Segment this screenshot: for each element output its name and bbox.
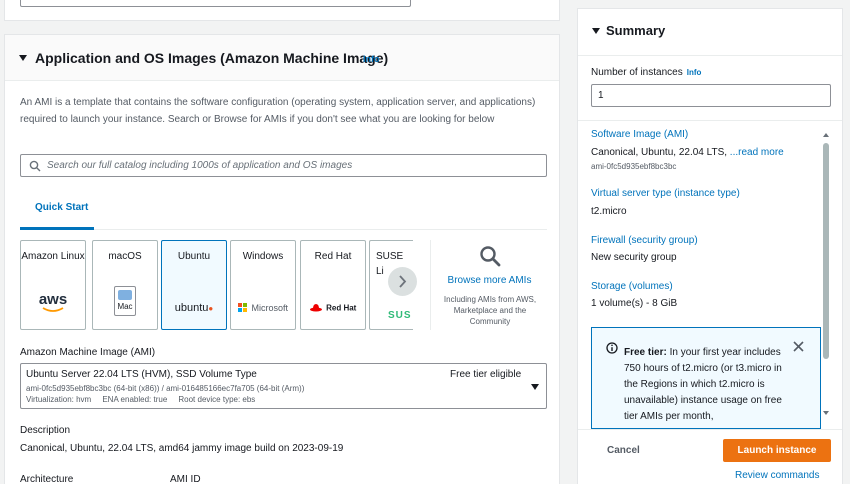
search-icon — [29, 160, 41, 172]
ami-search-box[interactable] — [20, 154, 547, 177]
free-tier-eligible-badge: Free tier eligible — [450, 369, 522, 380]
launch-instance-button[interactable]: Launch instance — [723, 439, 831, 462]
firewall-value: New security group — [591, 252, 677, 263]
name-input-partial[interactable] — [20, 0, 411, 7]
close-icon[interactable] — [792, 340, 805, 353]
free-tier-text: Free tier: In your first year includes 7… — [624, 347, 782, 422]
ami-id-label: AMI ID — [170, 474, 201, 484]
storage-value: 1 volume(s) - 8 GiB — [591, 298, 678, 309]
software-image-value: Canonical, Ubuntu, 22.04 LTS, ...read mo… — [591, 147, 784, 158]
os-card-label: Ubuntu — [177, 251, 211, 262]
browse-more-subtext: Including AMIs from AWS, Marketplace and… — [443, 295, 537, 326]
cancel-button[interactable]: Cancel — [607, 445, 640, 456]
os-card-amazon-linux[interactable]: Amazon Linux aws — [20, 240, 86, 330]
firewall-link[interactable]: Firewall (security group) — [591, 235, 698, 246]
tab-quick-start[interactable]: Quick Start — [35, 202, 88, 213]
divider — [578, 120, 842, 121]
description-label: Description — [20, 425, 71, 436]
storage-link[interactable]: Storage (volumes) — [591, 281, 673, 292]
os-card-red-hat[interactable]: Red Hat Red Hat — [300, 240, 366, 330]
collapse-caret-icon[interactable] — [19, 55, 27, 61]
ami-select-label: Amazon Machine Image (AMI) — [20, 347, 156, 358]
ami-section-panel: Application and OS Images (Amazon Machin… — [4, 34, 560, 484]
scrollbar-thumb[interactable] — [823, 143, 829, 359]
architecture-label: Architecture — [20, 474, 74, 484]
instance-type-value: t2.micro — [591, 206, 627, 217]
os-card-macos[interactable]: macOS Mac — [92, 240, 158, 330]
browse-more-link[interactable]: Browse more AMIs — [431, 275, 548, 286]
os-card-label: Red Hat — [314, 251, 352, 262]
aws-logo-icon: aws — [21, 291, 85, 313]
suse-logo-icon: SUS — [388, 310, 412, 321]
redhat-logo-icon: Red Hat — [301, 299, 365, 317]
os-card-label: Windows — [242, 251, 284, 262]
instances-label: Number of instances Info — [591, 67, 702, 78]
carousel-next-button[interactable] — [388, 267, 417, 296]
collapse-caret-icon[interactable] — [592, 28, 600, 34]
os-card-ubuntu[interactable]: Ubuntu ubuntu● — [161, 240, 227, 330]
mac-logo-icon: Mac — [93, 286, 157, 316]
summary-title: Summary — [606, 23, 666, 38]
chevron-right-icon — [399, 275, 407, 288]
scroll-up-icon[interactable] — [823, 133, 829, 137]
instance-type-link[interactable]: Virtual server type (instance type) — [591, 188, 740, 199]
ami-section-header[interactable]: Application and OS Images (Amazon Machin… — [5, 35, 559, 81]
ami-select-ids: ami-0fc5d935ebf8bc3bc (64-bit (x86)) / a… — [26, 384, 305, 393]
previous-section-panel — [4, 0, 560, 21]
review-commands-link[interactable]: Review commands — [735, 470, 819, 481]
software-image-id: ami-0fc5d935ebf8bc3bc — [591, 162, 677, 171]
os-card-label: macOS — [108, 251, 142, 262]
ami-search-input[interactable] — [47, 159, 537, 172]
tab-active-indicator — [20, 227, 94, 230]
ami-select-virtualization: Virtualization: hvm ENA enabled: true Ro… — [26, 395, 256, 404]
tab-divider — [20, 229, 547, 230]
microsoft-logo-icon: Microsoft — [231, 299, 295, 317]
read-more-link[interactable]: ...read more — [730, 147, 784, 158]
ami-select-dropdown[interactable]: Ubuntu Server 22.04 LTS (HVM), SSD Volum… — [20, 363, 547, 409]
software-image-link[interactable]: Software Image (AMI) — [591, 129, 688, 140]
description-value: Canonical, Ubuntu, 22.04 LTS, amd64 jamm… — [20, 443, 344, 454]
summary-panel: Summary Number of instancesInfo Software… — [577, 8, 843, 484]
os-card-label: Amazon Linux — [21, 251, 85, 262]
magnifier-icon — [480, 246, 501, 267]
free-tier-alert: Free tier: In your first year includes 7… — [591, 327, 821, 429]
ami-info-link[interactable]: Info — [363, 54, 380, 64]
instances-input[interactable] — [591, 84, 831, 107]
ami-select-name: Ubuntu Server 22.04 LTS (HVM), SSD Volum… — [26, 369, 257, 380]
os-card-windows[interactable]: Windows Microsoft — [230, 240, 296, 330]
chevron-down-icon — [531, 384, 539, 390]
ubuntu-logo-icon: ubuntu● — [174, 302, 214, 314]
browse-more-amis[interactable]: Browse more AMIs Including AMIs from AWS… — [430, 240, 548, 330]
info-circle-icon — [606, 342, 618, 354]
divider — [578, 429, 842, 430]
instances-info-link[interactable]: Info — [687, 68, 702, 77]
ami-description: An AMI is a template that contains the s… — [20, 97, 536, 125]
ami-section-title: Application and OS Images (Amazon Machin… — [35, 50, 389, 66]
scroll-down-icon[interactable] — [823, 411, 829, 415]
divider — [578, 55, 842, 56]
